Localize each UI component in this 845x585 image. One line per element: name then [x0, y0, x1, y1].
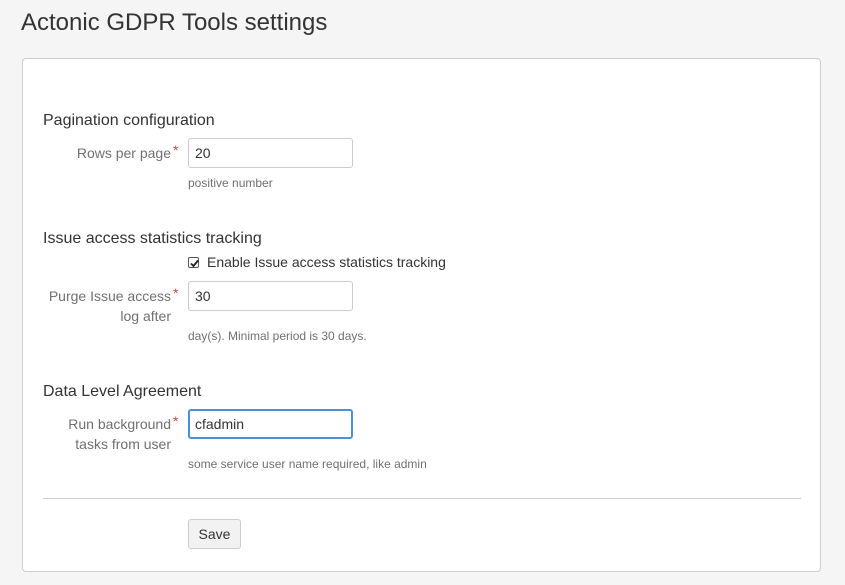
run-user-label-line1: Run background [68, 416, 171, 432]
run-user-label: Run background tasks from user [31, 414, 171, 454]
dla-heading: Data Level Agreement [43, 383, 202, 400]
run-user-label-line2: tasks from user [75, 436, 171, 452]
purge-log-label-line1: Purge Issue access [48, 288, 171, 304]
tracking-heading: Issue access statistics tracking [43, 230, 262, 247]
purge-log-label-line2: log after [120, 308, 171, 324]
page-title: Actonic GDPR Tools settings [21, 9, 328, 36]
save-button[interactable]: Save [188, 519, 241, 549]
run-user-input[interactable] [188, 409, 353, 439]
rows-per-page-label: Rows per page [31, 143, 171, 163]
enable-tracking-label: Enable Issue access statistics tracking [207, 254, 446, 270]
run-user-help: some service user name required, like ad… [188, 457, 427, 471]
rows-per-page-input[interactable] [188, 138, 353, 168]
settings-panel: Pagination configuration Rows per page *… [22, 58, 821, 572]
checkmark-icon [190, 259, 199, 267]
rows-per-page-label-text: Rows per page [76, 145, 171, 161]
run-user-required-mark: * [173, 413, 179, 429]
purge-log-input[interactable] [188, 281, 353, 311]
rows-per-page-required-mark: * [173, 142, 179, 158]
enable-tracking-checkbox-row[interactable]: Enable Issue access statistics tracking [188, 253, 446, 271]
form-divider [43, 498, 801, 499]
purge-log-label: Purge Issue access log after [31, 286, 171, 326]
enable-tracking-checkbox[interactable] [188, 256, 199, 268]
purge-log-help: day(s). Minimal period is 30 days. [188, 329, 367, 343]
purge-log-required-mark: * [173, 285, 179, 301]
rows-per-page-help: positive number [188, 176, 273, 190]
pagination-heading: Pagination configuration [43, 112, 215, 129]
